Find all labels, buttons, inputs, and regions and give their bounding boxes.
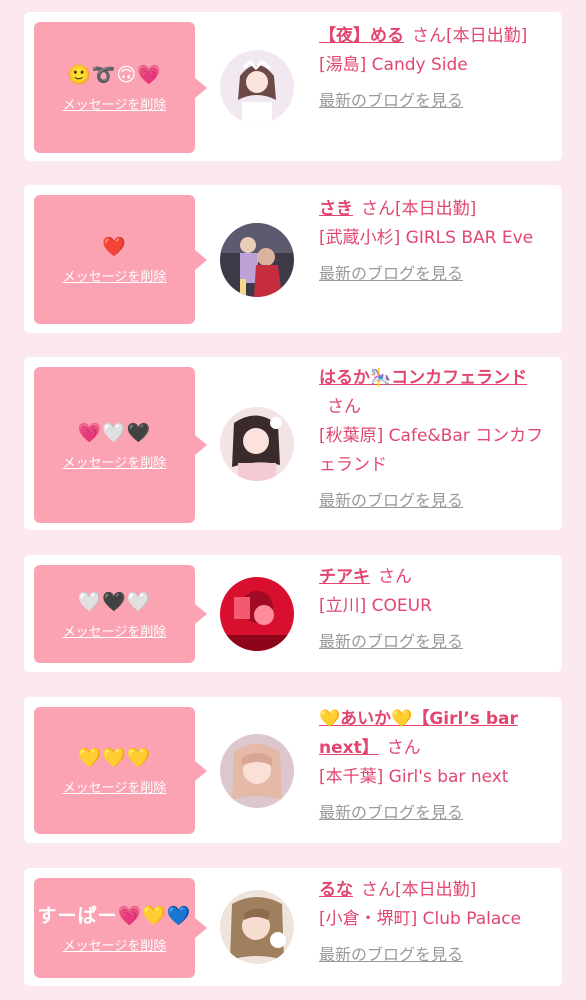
- shop-name: [立川] COEUR: [319, 596, 432, 616]
- honorific: さん: [361, 880, 395, 900]
- latest-blog-link[interactable]: 最新のブログを見る: [319, 627, 551, 656]
- latest-blog-link[interactable]: 最新のブログを見る: [319, 86, 551, 115]
- cast-info: さき さん[本日出勤] [武蔵小杉] GIRLS BAR Eve 最新のブログを見…: [319, 195, 551, 288]
- message-bubble: 🤍🖤🤍 メッセージを削除: [34, 565, 207, 663]
- shop-name: [秋葉原] Cafe&Bar コンカフェランド: [319, 426, 544, 475]
- message-bubble: ❤️ メッセージを削除: [34, 195, 207, 324]
- cast-name-link[interactable]: はるか🎠コンカフェランド: [319, 368, 527, 388]
- delete-message-link[interactable]: メッセージを削除: [63, 452, 167, 471]
- avatar[interactable]: [220, 50, 294, 124]
- cast-info: はるか🎠コンカフェランドさん [秋葉原] Cafe&Bar コンカフェランド 最…: [319, 364, 551, 515]
- attendance-status: [本日出勤]: [395, 199, 477, 219]
- avatar[interactable]: [220, 223, 294, 297]
- message-card: すーぱー💗💛💙 メッセージを削除 るな さん[本日出勤] [小倉・堺町] Club…: [24, 868, 562, 986]
- message-card: 💛💛💛 メッセージを削除 💛あいか💛【Girl’s bar next】 さん [本…: [24, 697, 562, 843]
- message-text: 🤍🖤🤍: [77, 590, 152, 613]
- message-text: すーぱー💗💛💙: [37, 904, 192, 927]
- avatar[interactable]: [220, 734, 294, 808]
- cast-info: 【夜】める さん[本日出勤] [湯島] Candy Side 最新のブログを見る: [319, 22, 551, 115]
- honorific: さん: [361, 199, 395, 219]
- latest-blog-link[interactable]: 最新のブログを見る: [319, 798, 551, 827]
- attendance-status: [本日出勤]: [446, 26, 528, 46]
- shop-name: [湯島] Candy Side: [319, 55, 468, 75]
- message-card: 🙂➰🙃💗 メッセージを削除 【夜】める さん[本日出勤] [湯島] Candy S…: [24, 12, 562, 161]
- message-text: ❤️: [102, 236, 127, 258]
- message-bubble: 💗🤍🖤 メッセージを削除: [34, 367, 207, 523]
- attendance-status: [本日出勤]: [395, 880, 477, 900]
- delete-message-link[interactable]: メッセージを削除: [63, 935, 167, 954]
- cast-name-link[interactable]: 【夜】める: [319, 26, 404, 46]
- delete-message-link[interactable]: メッセージを削除: [63, 266, 167, 285]
- honorific: さん: [378, 567, 412, 587]
- message-text: 🙂➰🙃💗: [67, 64, 162, 86]
- avatar[interactable]: [220, 577, 294, 651]
- message-card: 💗🤍🖤 メッセージを削除 はるか🎠コンカフェランドさん [秋葉原] Cafe&B…: [24, 357, 562, 530]
- shop-name: [武蔵小杉] GIRLS BAR Eve: [319, 228, 534, 248]
- cast-name-link[interactable]: るな: [319, 880, 353, 900]
- cast-info: るな さん[本日出勤] [小倉・堺町] Club Palace 最新のブログを見る: [319, 876, 551, 969]
- message-text: 💗🤍🖤: [77, 421, 152, 444]
- message-bubble: 💛💛💛 メッセージを削除: [34, 707, 207, 834]
- cast-name-link[interactable]: さき: [319, 199, 353, 219]
- shop-name: [小倉・堺町] Club Palace: [319, 909, 522, 929]
- honorific: さん: [327, 397, 361, 417]
- shop-name: [本千葉] Girl's bar next: [319, 767, 509, 787]
- latest-blog-link[interactable]: 最新のブログを見る: [319, 940, 551, 969]
- avatar[interactable]: [220, 407, 294, 481]
- latest-blog-link[interactable]: 最新のブログを見る: [319, 259, 551, 288]
- honorific: さん: [386, 738, 421, 758]
- delete-message-link[interactable]: メッセージを削除: [63, 94, 167, 113]
- message-bubble: 🙂➰🙃💗 メッセージを削除: [34, 22, 207, 153]
- message-bubble: すーぱー💗💛💙 メッセージを削除: [34, 878, 207, 978]
- avatar[interactable]: [220, 890, 294, 964]
- cast-info: 💛あいか💛【Girl’s bar next】 さん [本千葉] Girl's ba…: [319, 705, 551, 827]
- message-text: 💛💛💛: [77, 747, 152, 769]
- delete-message-link[interactable]: メッセージを削除: [63, 777, 167, 796]
- cast-info: チアキ さん [立川] COEUR 最新のブログを見る: [319, 563, 551, 656]
- latest-blog-link[interactable]: 最新のブログを見る: [319, 486, 551, 515]
- honorific: さん: [412, 26, 446, 46]
- cast-name-link[interactable]: チアキ: [319, 567, 370, 587]
- message-card: 🤍🖤🤍 メッセージを削除 チアキ さん [立川] COEUR 最新のブログを見る: [24, 555, 562, 672]
- message-card: ❤️ メッセージを削除 さき さん[本日出勤] [武蔵小杉] GIRLS BAR …: [24, 185, 562, 333]
- delete-message-link[interactable]: メッセージを削除: [63, 621, 167, 640]
